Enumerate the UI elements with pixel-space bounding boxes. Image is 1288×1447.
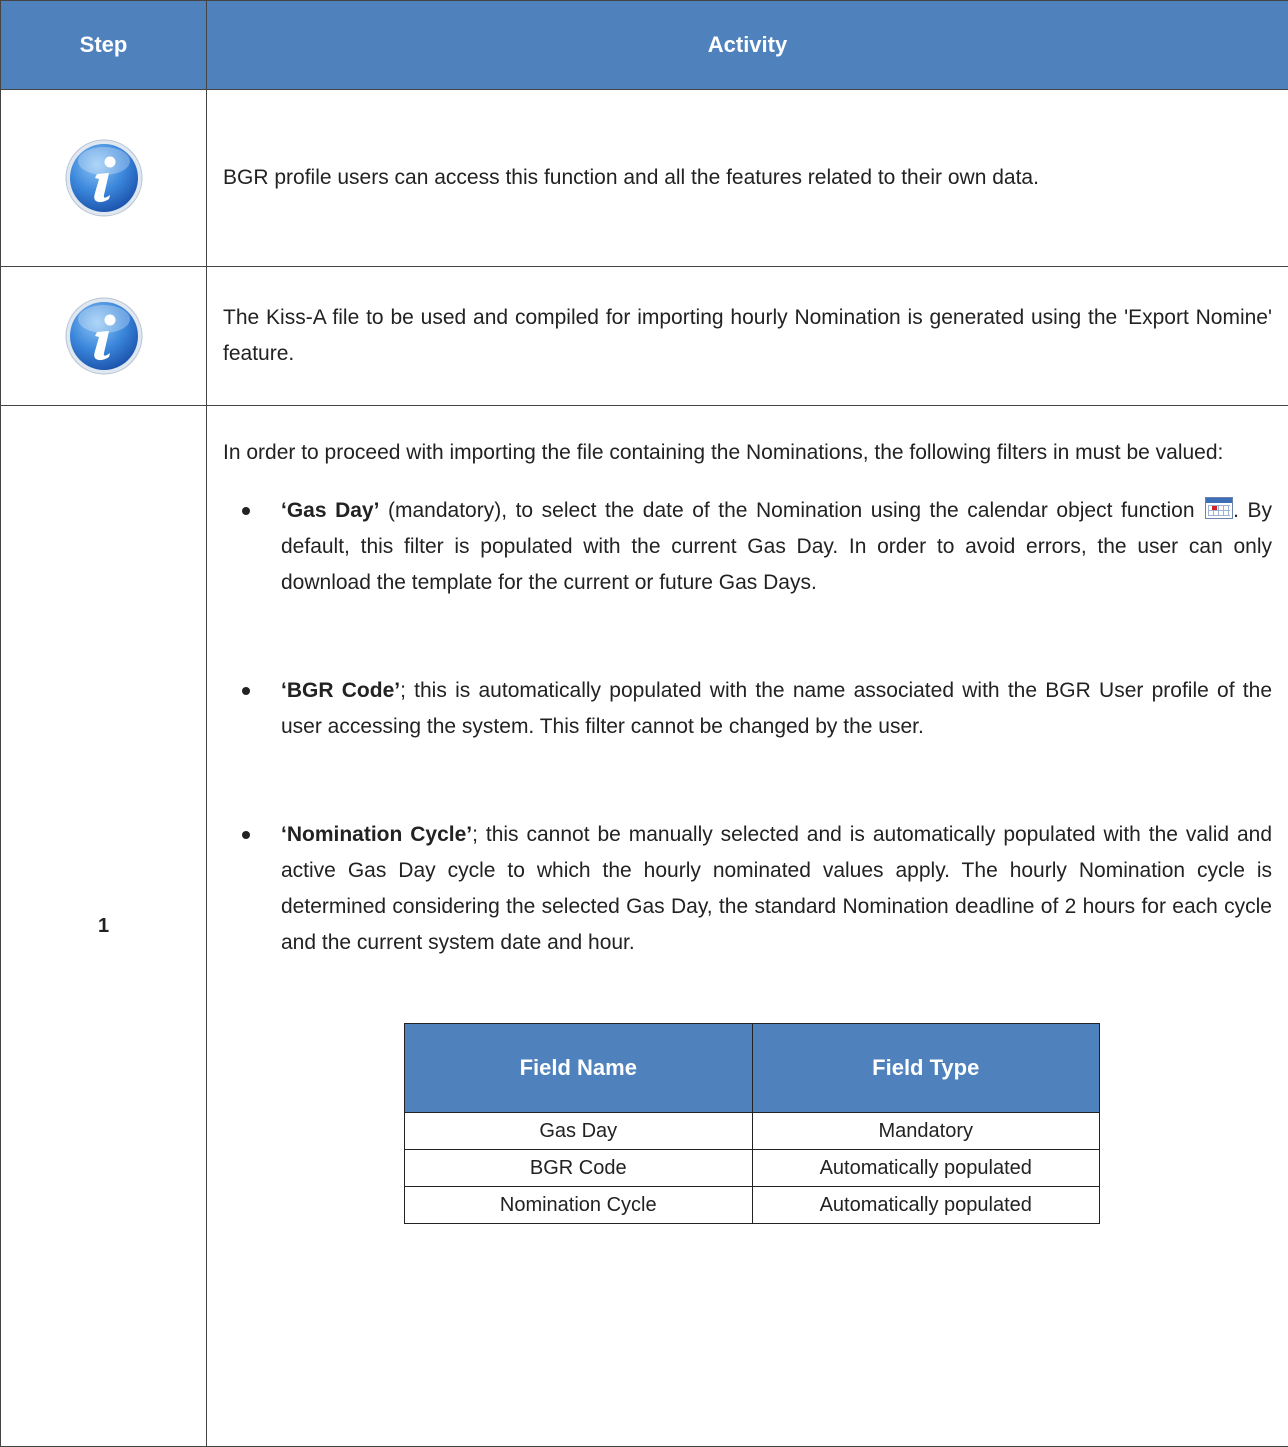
table-row: Nomination Cycle Automatically populated [405, 1187, 1100, 1224]
procedure-table: Step Activity [0, 0, 1288, 1447]
activity-column-header: Activity [207, 1, 1288, 90]
filter-description: ; this is automatically populated with t… [281, 679, 1272, 738]
field-name-header: Field Name [405, 1024, 753, 1113]
filter-label: ‘BGR Code’ [281, 679, 400, 702]
activity-text: The Kiss-A file to be used and compiled … [207, 300, 1288, 372]
filters-list: ‘Gas Day’ (mandatory), to select the dat… [223, 493, 1272, 961]
table-header-row: Step Activity [1, 1, 1288, 90]
filters-intro: In order to proceed with importing the f… [223, 435, 1272, 471]
activity-cell: In order to proceed with importing the f… [207, 406, 1288, 1447]
filter-item-bgr-code: ‘BGR Code’; this is automatically popula… [223, 673, 1272, 745]
info-icon [63, 137, 145, 219]
step-number: 1 [1, 406, 207, 1447]
field-type: Mandatory [752, 1113, 1100, 1150]
info-icon [63, 295, 145, 377]
filter-label: ‘Nomination Cycle’ [281, 823, 472, 846]
calendar-icon[interactable] [1205, 497, 1233, 519]
table-row: The Kiss-A file to be used and compiled … [1, 267, 1288, 406]
activity-cell: The Kiss-A file to be used and compiled … [207, 267, 1288, 406]
step-column-header: Step [1, 1, 207, 90]
filter-label: ‘Gas Day’ [281, 499, 379, 522]
table-row: BGR Code Automatically populated [405, 1150, 1100, 1187]
filter-description: (mandatory), to select the date of the N… [379, 499, 1203, 522]
activity-cell: BGR profile users can access this functi… [207, 90, 1288, 267]
field-name: Gas Day [405, 1113, 753, 1150]
table-row: Gas Day Mandatory [405, 1113, 1100, 1150]
filter-item-gas-day: ‘Gas Day’ (mandatory), to select the dat… [223, 493, 1272, 601]
step-cell [1, 267, 207, 406]
field-name: BGR Code [405, 1150, 753, 1187]
fields-header-row: Field Name Field Type [405, 1024, 1100, 1113]
filter-item-nomination-cycle: ‘Nomination Cycle’; this cannot be manua… [223, 817, 1272, 961]
step-cell [1, 90, 207, 267]
field-name: Nomination Cycle [405, 1187, 753, 1224]
activity-text: BGR profile users can access this functi… [207, 160, 1288, 196]
field-type: Automatically populated [752, 1187, 1100, 1224]
table-row: 1 In order to proceed with importing the… [1, 406, 1288, 1447]
table-row: BGR profile users can access this functi… [1, 90, 1288, 267]
field-type-header: Field Type [752, 1024, 1100, 1113]
fields-table: Field Name Field Type Gas Day Mandatory … [404, 1023, 1100, 1224]
field-type: Automatically populated [752, 1150, 1100, 1187]
